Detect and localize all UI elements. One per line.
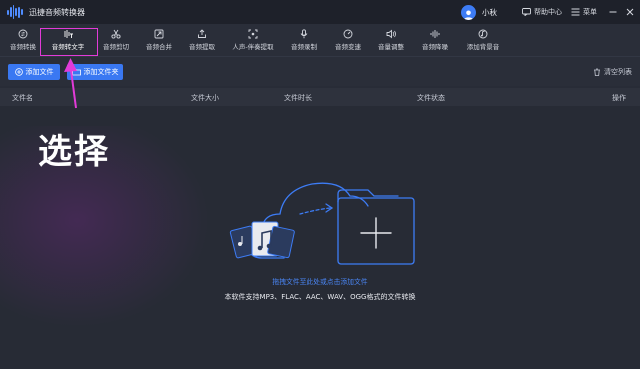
drop-files-illustration-icon[interactable] — [0, 0, 640, 369]
supported-formats-note: 本软件支持MP3、FLAC、AAC、WAV、OGG格式的文件转换 — [224, 293, 416, 301]
drop-hint-link[interactable]: 拖拽文件至此处或点击添加文件 — [0, 276, 640, 286]
